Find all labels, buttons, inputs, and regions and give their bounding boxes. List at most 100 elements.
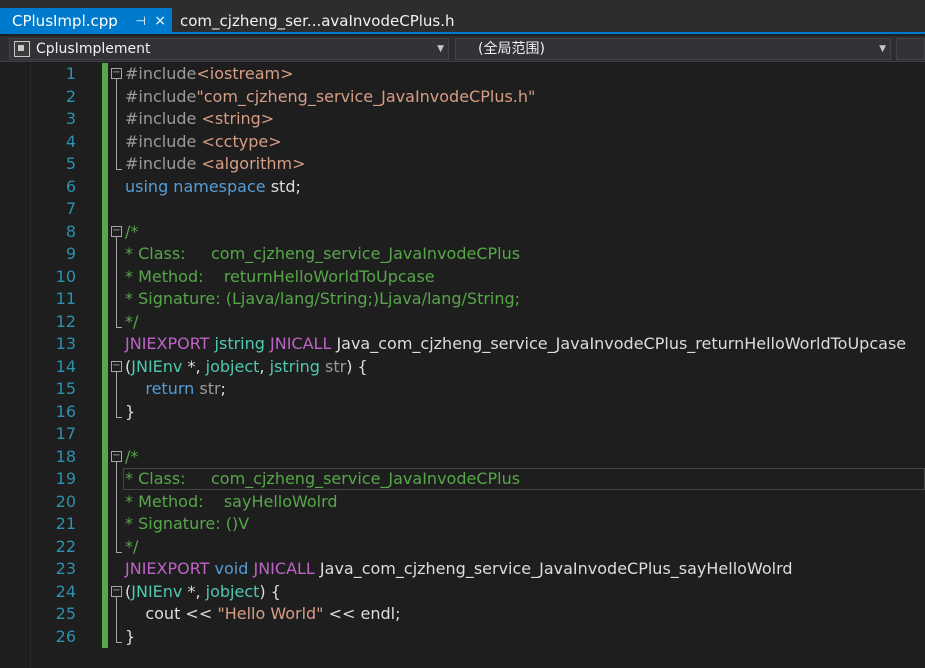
code-editor[interactable]: 1− #include<iostream> 2 #include"com_cjzhen…: [0, 63, 925, 668]
code-text: }: [125, 401, 135, 423]
code-line[interactable]: 11 * Signature: (Ljava/lang/String;)Ljava…: [0, 288, 925, 311]
code-line[interactable]: 7: [0, 198, 925, 221]
document-tab-bar: CPlusImpl.cpp ⊣ × com_cjzheng_ser...avaI…: [0, 0, 925, 34]
code-token: #include: [125, 86, 197, 106]
code-token: JNIEnv: [131, 356, 183, 376]
code-line[interactable]: 6 using namespace std;: [0, 176, 925, 199]
code-token: jstring: [269, 356, 320, 376]
collapse-icon[interactable]: −: [111, 360, 122, 372]
code-text: JNIEXPORT jstring JNICALL Java_com_cjzhe…: [125, 333, 906, 355]
line-number: 4: [65, 131, 76, 151]
code-token: * Method: sayHelloWolrd: [125, 491, 338, 511]
code-token: */: [125, 536, 139, 556]
code-token: #include: [125, 109, 202, 128]
tab-cplusimpl-cpp[interactable]: CPlusImpl.cpp ⊣ ×: [0, 8, 172, 34]
code-token: ;: [220, 379, 226, 398]
tab-label: com_cjzheng_ser...avaInvodeCPlus.h: [180, 12, 455, 30]
pin-icon[interactable]: ⊣: [136, 8, 146, 34]
line-number: 5: [65, 154, 76, 173]
code-token: ) {: [346, 356, 368, 376]
line-number: 3: [65, 109, 76, 128]
line-number: 16: [55, 401, 76, 421]
code-text: cout << "Hello World" << endl;: [125, 603, 401, 625]
code-line[interactable]: 10 * Method: returnHelloWorldToUpcase: [0, 266, 925, 289]
code-line[interactable]: 4 #include <cctype>: [0, 131, 925, 154]
code-line[interactable]: 22 */: [0, 536, 925, 559]
code-line[interactable]: 13 JNIEXPORT jstring JNICALL Java_com_cjz…: [0, 333, 925, 356]
code-token: <algorithm>: [201, 154, 306, 173]
code-token: JNICALL: [253, 559, 320, 578]
close-icon[interactable]: ×: [154, 8, 166, 34]
code-token: using namespace: [125, 176, 271, 196]
code-line[interactable]: 14 − (JNIEnv *, jobject, jstring str) {: [0, 356, 925, 379]
collapse-icon[interactable]: −: [111, 68, 122, 79]
code-token: */: [125, 311, 139, 331]
code-text: return str;: [125, 378, 226, 400]
collapse-icon[interactable]: −: [111, 225, 122, 237]
chevron-down-icon: ▼: [437, 44, 444, 54]
code-text: }: [125, 626, 135, 648]
code-line[interactable]: 25 cout << "Hello World" << endl;: [0, 603, 925, 626]
code-token: cout <<: [125, 604, 218, 623]
code-text: * Class: com_cjzheng_service_JavaInvodeC…: [125, 468, 520, 490]
line-number: 13: [55, 334, 76, 353]
code-token: * Signature: (Ljava/lang/String;)Ljava/l…: [125, 289, 521, 308]
code-token: << endl;: [323, 604, 401, 623]
code-token: <string>: [201, 109, 275, 128]
scope-dropdown-value: CplusImplement: [36, 41, 151, 57]
line-number: 19: [55, 469, 76, 488]
line-number: 2: [65, 86, 76, 106]
code-line[interactable]: 8 −/*: [0, 221, 925, 244]
line-number: 23: [55, 559, 76, 578]
code-token: * Method: returnHelloWorldToUpcase: [125, 266, 435, 286]
navigation-bar: CplusImplement ▼ (全局范围) ▼: [0, 36, 925, 62]
code-line[interactable]: 18 −/*: [0, 446, 925, 469]
code-line[interactable]: 19 * Class: com_cjzheng_service_JavaInvod…: [0, 468, 925, 491]
code-token: *,: [182, 356, 206, 376]
code-token: #include: [125, 131, 202, 151]
line-number: 20: [55, 491, 76, 511]
code-token: ,: [259, 356, 270, 376]
class-icon: [14, 41, 30, 57]
code-text: (JNIEnv *, jobject) {: [125, 581, 281, 603]
code-token: }: [125, 401, 136, 421]
chevron-down-icon: ▼: [879, 44, 886, 54]
code-token: return: [125, 379, 200, 398]
code-line[interactable]: 15 return str;: [0, 378, 925, 401]
code-line[interactable]: 26}: [0, 626, 925, 649]
code-line[interactable]: 24 − (JNIEnv *, jobject) {: [0, 581, 925, 604]
line-number: 24: [55, 581, 76, 601]
code-line[interactable]: 1 − #include<iostream>: [0, 63, 925, 86]
code-line[interactable]: 21 * Signature: ()V: [0, 513, 925, 536]
code-line[interactable]: 17: [0, 423, 925, 446]
code-text: #include <algorithm>: [125, 153, 306, 175]
code-line[interactable]: 9 * Class: com_cjzheng_service_JavaInvode…: [0, 243, 925, 266]
code-line[interactable]: 16}: [0, 401, 925, 424]
split-button[interactable]: [896, 38, 925, 60]
code-line[interactable]: 23 JNIEXPORT void JNICALL Java_com_cjzhen…: [0, 558, 925, 581]
collapse-icon[interactable]: −: [111, 585, 122, 597]
line-number: 1: [65, 64, 76, 83]
code-line[interactable]: 12 */: [0, 311, 925, 334]
code-token: jstring: [214, 334, 270, 353]
line-number: 22: [55, 536, 76, 556]
line-number: 25: [55, 604, 76, 623]
code-line[interactable]: 20 * Method: sayHelloWolrd: [0, 491, 925, 514]
code-line[interactable]: 5 #include <algorithm>: [0, 153, 925, 176]
code-token: JNIEXPORT: [125, 559, 215, 578]
code-line[interactable]: 2 #include"com_cjzheng_service_JavaInvode…: [0, 86, 925, 109]
code-text: * Method: returnHelloWorldToUpcase: [125, 266, 435, 288]
code-token: *,: [182, 581, 206, 601]
line-number: 9: [65, 244, 76, 263]
scope-dropdown[interactable]: CplusImplement ▼: [9, 38, 449, 60]
code-text: /*: [125, 446, 138, 468]
line-number: 14: [55, 356, 76, 376]
line-number: 26: [55, 626, 76, 646]
code-text: */: [125, 536, 138, 558]
code-line[interactable]: 3 #include <string>: [0, 108, 925, 131]
collapse-icon[interactable]: −: [111, 450, 122, 462]
tab-header-file[interactable]: com_cjzheng_ser...avaInvodeCPlus.h: [172, 8, 455, 34]
code-token: Java_com_cjzheng_service_JavaInvodeCPlus…: [336, 334, 907, 353]
code-text: #include<iostream>: [125, 63, 294, 85]
member-dropdown[interactable]: (全局范围) ▼: [455, 38, 891, 60]
